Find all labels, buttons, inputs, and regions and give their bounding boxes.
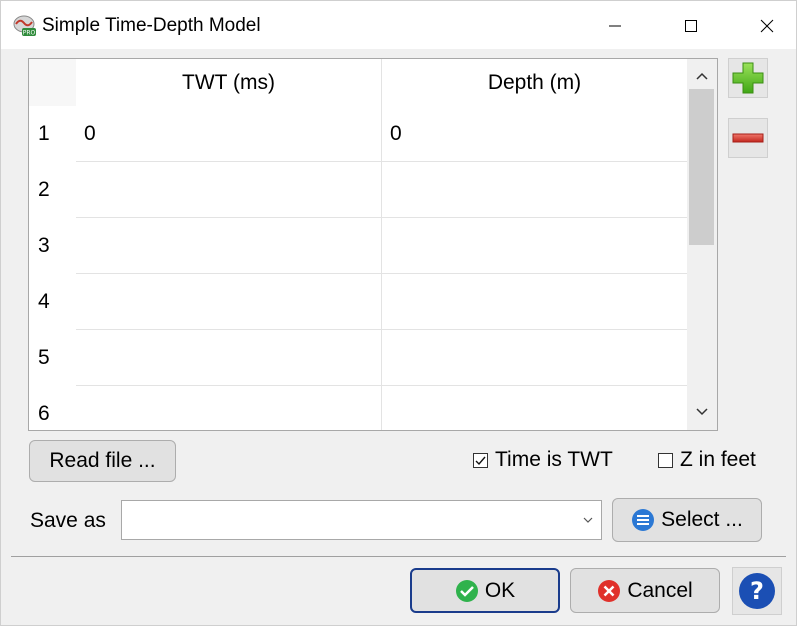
- time-depth-table: TWT (ms) Depth (m) 1 0 0 2 3 4 5 6: [28, 58, 718, 431]
- svg-text:PRO: PRO: [23, 30, 36, 37]
- table-cell-depth[interactable]: [382, 386, 687, 430]
- chevron-down-icon[interactable]: [581, 513, 595, 527]
- table-cell-twt[interactable]: [76, 330, 382, 386]
- cancel-button[interactable]: Cancel: [570, 568, 720, 613]
- help-icon: ?: [739, 573, 775, 609]
- table-cell-twt[interactable]: [76, 162, 382, 218]
- maximize-icon: [685, 20, 697, 32]
- checkbox-label: Z in feet: [680, 448, 756, 471]
- cancel-button-label: Cancel: [627, 578, 693, 602]
- select-button-label: Select ...: [661, 508, 743, 531]
- table-cell-depth[interactable]: [382, 274, 687, 330]
- checkbox-label: Time is TWT: [495, 448, 613, 471]
- title-bar: PRO Simple Time-Depth Model: [1, 1, 796, 49]
- row-header[interactable]: 1: [29, 106, 76, 162]
- plus-icon: [732, 62, 764, 94]
- chevron-up-icon: [696, 72, 708, 80]
- dialog-window: PRO Simple Time-Depth Model TWT (ms) Dep…: [0, 0, 797, 626]
- cancel-icon: [598, 579, 621, 602]
- z-in-feet-checkbox[interactable]: Z in feet: [658, 448, 756, 472]
- time-is-twt-checkbox[interactable]: Time is TWT: [473, 448, 613, 472]
- column-header-depth[interactable]: Depth (m): [382, 59, 687, 106]
- scroll-thumb[interactable]: [689, 89, 714, 245]
- add-row-button[interactable]: [728, 58, 768, 98]
- select-button[interactable]: Select ...: [612, 498, 762, 542]
- table-cell-twt[interactable]: [76, 386, 382, 430]
- table-corner: [29, 59, 76, 106]
- row-header[interactable]: 5: [29, 330, 76, 386]
- row-header[interactable]: 6: [29, 386, 76, 430]
- check-icon: [475, 456, 486, 465]
- table-cell-twt[interactable]: [76, 274, 382, 330]
- table-cell-twt[interactable]: 0: [76, 106, 382, 162]
- checkbox-box[interactable]: [658, 452, 673, 468]
- close-icon: [760, 19, 774, 33]
- help-button[interactable]: ?: [732, 567, 782, 615]
- ok-button-label: OK: [484, 578, 516, 602]
- svg-text:?: ?: [750, 577, 764, 605]
- read-file-button[interactable]: Read file ...: [29, 440, 176, 482]
- table-cell-twt[interactable]: [76, 218, 382, 274]
- column-header-twt[interactable]: TWT (ms): [76, 59, 382, 106]
- table-cell-depth[interactable]: [382, 330, 687, 386]
- separator: [11, 556, 786, 557]
- minimize-icon: [609, 25, 621, 27]
- table-cell-depth[interactable]: [382, 218, 687, 274]
- vertical-scrollbar[interactable]: [687, 59, 717, 430]
- checkbox-box[interactable]: [473, 452, 488, 468]
- minimize-button[interactable]: [592, 9, 638, 43]
- minus-icon: [732, 133, 764, 143]
- table-cell-depth[interactable]: [382, 162, 687, 218]
- table-cell-depth[interactable]: 0: [382, 106, 687, 162]
- ok-button[interactable]: OK: [410, 568, 560, 613]
- remove-row-button[interactable]: [728, 118, 768, 158]
- scroll-up-button[interactable]: [687, 63, 717, 89]
- row-header[interactable]: 2: [29, 162, 76, 218]
- maximize-button[interactable]: [668, 9, 714, 43]
- close-button[interactable]: [744, 9, 790, 43]
- scroll-down-button[interactable]: [687, 399, 717, 425]
- row-header[interactable]: 3: [29, 218, 76, 274]
- list-icon: [632, 509, 655, 531]
- save-as-combobox[interactable]: [121, 500, 602, 540]
- save-as-label: Save as: [30, 509, 106, 532]
- window-title: Simple Time-Depth Model: [42, 15, 261, 36]
- chevron-down-icon: [696, 408, 708, 416]
- checkmark-icon: [455, 579, 478, 602]
- app-icon: PRO: [13, 15, 37, 37]
- row-header[interactable]: 4: [29, 274, 76, 330]
